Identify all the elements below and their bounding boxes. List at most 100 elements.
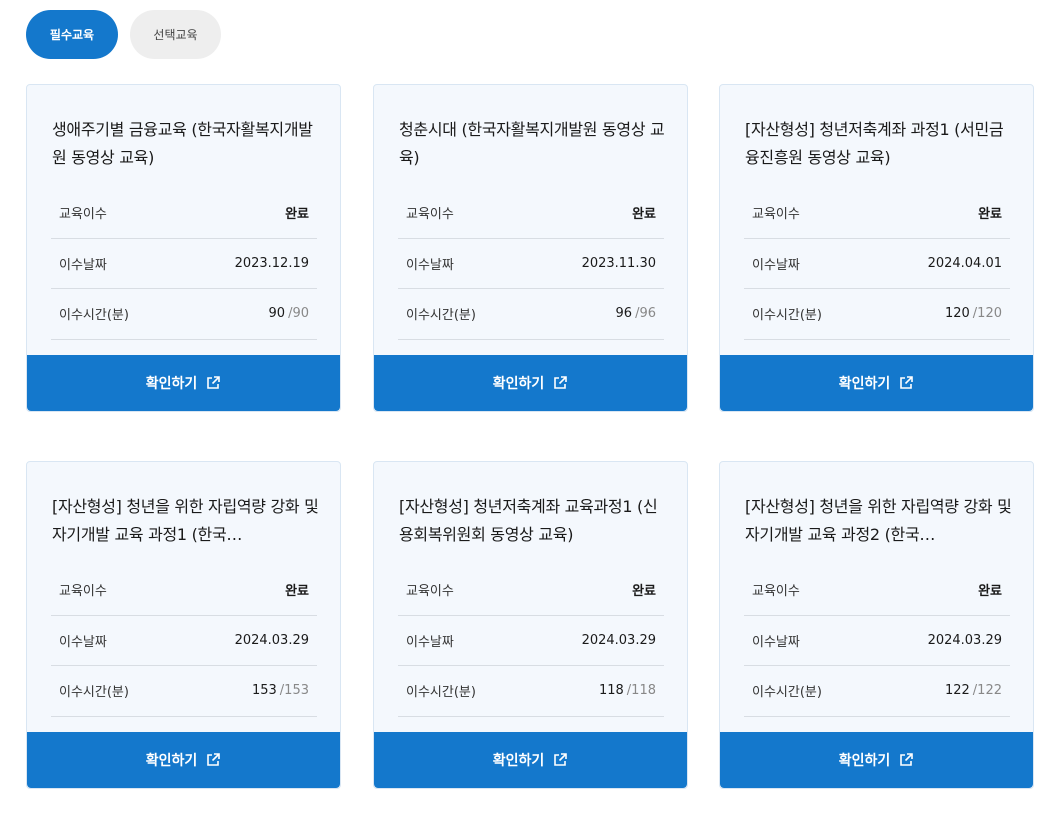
- course-info: 교육이수 완료 이수날짜 2023.12.19 이수시간(분) 90/90: [51, 188, 317, 340]
- time-value: 118/118: [599, 683, 656, 698]
- date-value: 2023.12.19: [234, 255, 309, 271]
- course-info: 교육이수 완료 이수날짜 2023.11.30 이수시간(분) 96/96: [398, 188, 664, 340]
- status-value: 완료: [632, 207, 656, 223]
- external-link-icon: [207, 753, 221, 766]
- confirm-label: 확인하기: [492, 752, 545, 768]
- status-value: 완료: [978, 207, 1002, 223]
- confirm-button[interactable]: 확인하기: [27, 355, 340, 411]
- date-row: 이수날짜 2024.03.29: [398, 616, 664, 666]
- course-title: [자산형성] 청년저축계좌 교육과정1 (신용회복위원회 동영상 교육): [399, 497, 658, 544]
- external-link-icon: [554, 753, 568, 766]
- external-link-icon: [900, 376, 914, 389]
- date-label: 이수날짜: [752, 257, 800, 273]
- course-info: 교육이수 완료 이수날짜 2024.03.29 이수시간(분) 118/118: [398, 565, 664, 717]
- time-row: 이수시간(분) 153/153: [51, 666, 317, 717]
- confirm-label: 확인하기: [838, 752, 891, 768]
- date-value: 2024.03.29: [581, 632, 656, 648]
- status-row: 교육이수 완료: [398, 565, 664, 616]
- status-label: 교육이수: [752, 207, 800, 223]
- time-label: 이수시간(분): [406, 685, 476, 701]
- external-link-icon: [900, 753, 914, 766]
- tab-elective-education[interactable]: 선택교육: [130, 10, 221, 59]
- status-row: 교육이수 완료: [51, 565, 317, 616]
- time-label: 이수시간(분): [406, 308, 476, 324]
- date-row: 이수날짜 2024.04.01: [744, 239, 1010, 289]
- time-value: 122/122: [945, 683, 1002, 698]
- course-card-grid: 생애주기별 금융교육 (한국자활복지개발원 동영상 교육) 교육이수 완료 이수…: [26, 84, 1034, 794]
- confirm-button[interactable]: 확인하기: [374, 732, 687, 788]
- time-value: 120/120: [945, 306, 1002, 321]
- time-done: 96: [615, 306, 633, 322]
- confirm-button[interactable]: 확인하기: [720, 355, 1033, 411]
- course-card: 청춘시대 (한국자활복지개발원 동영상 교육) 교육이수 완료 이수날짜 202…: [373, 84, 688, 412]
- time-done: 122: [944, 683, 970, 699]
- confirm-label: 확인하기: [145, 375, 198, 391]
- time-label: 이수시간(분): [752, 685, 822, 701]
- course-title: 청춘시대 (한국자활복지개발원 동영상 교육): [399, 120, 665, 167]
- date-value: 2024.03.29: [927, 632, 1002, 648]
- confirm-button[interactable]: 확인하기: [720, 732, 1033, 788]
- status-value: 완료: [285, 584, 309, 600]
- time-done: 118: [598, 683, 624, 699]
- time-done: 153: [251, 683, 277, 699]
- date-value: 2024.03.29: [234, 632, 309, 648]
- course-info: 교육이수 완료 이수날짜 2024.04.01 이수시간(분) 120/120: [744, 188, 1010, 340]
- time-label: 이수시간(분): [752, 308, 822, 324]
- date-value: 2023.11.30: [581, 255, 656, 271]
- course-title: [자산형성] 청년을 위한 자립역량 강화 및 자기개발 교육 과정2 (한국…: [745, 497, 1012, 544]
- tab-required-education[interactable]: 필수교육: [26, 10, 118, 59]
- date-row: 이수날짜 2024.03.29: [744, 616, 1010, 666]
- course-card: [자산형성] 청년을 위한 자립역량 강화 및 자기개발 교육 과정1 (한국……: [26, 461, 341, 789]
- course-title: [자산형성] 청년을 위한 자립역량 강화 및 자기개발 교육 과정1 (한국…: [52, 497, 319, 544]
- status-label: 교육이수: [59, 584, 107, 600]
- time-row: 이수시간(분) 122/122: [744, 666, 1010, 717]
- time-row: 이수시간(분) 90/90: [51, 289, 317, 340]
- status-row: 교육이수 완료: [744, 565, 1010, 616]
- course-card: 생애주기별 금융교육 (한국자활복지개발원 동영상 교육) 교육이수 완료 이수…: [26, 84, 341, 412]
- confirm-label: 확인하기: [145, 752, 198, 768]
- time-total: /96: [635, 306, 656, 322]
- time-done: 120: [944, 306, 970, 322]
- status-row: 교육이수 완료: [398, 188, 664, 239]
- date-label: 이수날짜: [752, 634, 800, 650]
- course-info: 교육이수 완료 이수날짜 2024.03.29 이수시간(분) 122/122: [744, 565, 1010, 717]
- date-label: 이수날짜: [406, 257, 454, 273]
- date-row: 이수날짜 2023.12.19: [51, 239, 317, 289]
- course-card: [자산형성] 청년을 위한 자립역량 강화 및 자기개발 교육 과정2 (한국……: [719, 461, 1034, 789]
- status-label: 교육이수: [406, 584, 454, 600]
- course-card: [자산형성] 청년저축계좌 교육과정1 (신용회복위원회 동영상 교육) 교육이…: [373, 461, 688, 789]
- time-total: /120: [972, 306, 1002, 322]
- confirm-label: 확인하기: [492, 375, 545, 391]
- confirm-button[interactable]: 확인하기: [374, 355, 687, 411]
- date-row: 이수날짜 2024.03.29: [51, 616, 317, 666]
- date-value: 2024.04.01: [927, 255, 1002, 271]
- status-label: 교육이수: [59, 207, 107, 223]
- time-value: 153/153: [252, 683, 309, 698]
- time-row: 이수시간(분) 118/118: [398, 666, 664, 717]
- course-title: 생애주기별 금융교육 (한국자활복지개발원 동영상 교육): [52, 120, 313, 167]
- time-value: 90/90: [269, 306, 309, 321]
- status-row: 교육이수 완료: [51, 188, 317, 239]
- time-total: /153: [279, 683, 309, 699]
- time-row: 이수시간(분) 96/96: [398, 289, 664, 340]
- date-row: 이수날짜 2023.11.30: [398, 239, 664, 289]
- date-label: 이수날짜: [59, 634, 107, 650]
- course-info: 교육이수 완료 이수날짜 2024.03.29 이수시간(분) 153/153: [51, 565, 317, 717]
- course-card: [자산형성] 청년저축계좌 과정1 (서민금융진흥원 동영상 교육) 교육이수 …: [719, 84, 1034, 412]
- course-title: [자산형성] 청년저축계좌 과정1 (서민금융진흥원 동영상 교육): [745, 120, 1004, 167]
- confirm-button[interactable]: 확인하기: [27, 732, 340, 788]
- time-row: 이수시간(분) 120/120: [744, 289, 1010, 340]
- external-link-icon: [554, 376, 568, 389]
- time-value: 96/96: [616, 306, 656, 321]
- time-total: /118: [626, 683, 656, 699]
- status-value: 완료: [285, 207, 309, 223]
- confirm-label: 확인하기: [838, 375, 891, 391]
- education-tabs: 필수교육 선택교육: [26, 10, 221, 59]
- date-label: 이수날짜: [59, 257, 107, 273]
- status-row: 교육이수 완료: [744, 188, 1010, 239]
- status-value: 완료: [978, 584, 1002, 600]
- time-total: /122: [972, 683, 1002, 699]
- time-done: 90: [268, 306, 286, 322]
- time-total: /90: [288, 306, 309, 322]
- time-label: 이수시간(분): [59, 308, 129, 324]
